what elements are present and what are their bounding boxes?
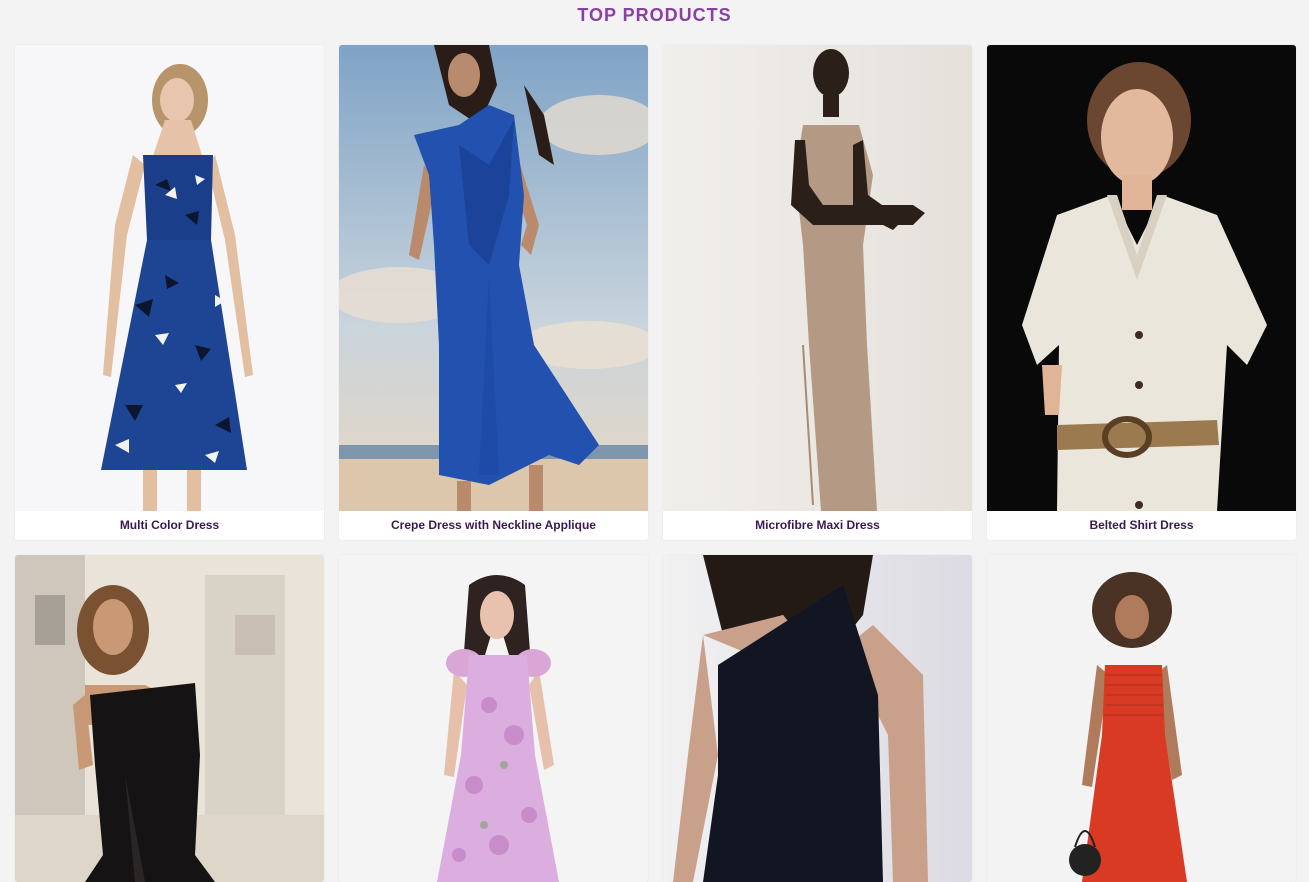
product-image[interactable] — [339, 555, 648, 882]
product-grid: Multi Color Dress Crepe Dress with Neckl… — [15, 45, 1296, 882]
product-image[interactable] — [339, 45, 648, 511]
product-card[interactable] — [663, 555, 972, 882]
dress-photo-cobalt-beach-icon — [339, 45, 648, 511]
product-name[interactable]: Belted Shirt Dress — [987, 511, 1296, 540]
product-card[interactable]: Multi Color Dress — [15, 45, 324, 540]
product-card[interactable]: Microfibre Maxi Dress — [663, 45, 972, 540]
product-image[interactable] — [15, 555, 324, 882]
product-name[interactable]: Multi Color Dress — [15, 511, 324, 540]
dress-photo-red-smocked-icon — [987, 555, 1296, 882]
page-title: TOP PRODUCTS — [577, 5, 732, 25]
dress-photo-pink-floral-icon — [339, 555, 648, 882]
product-card[interactable] — [15, 555, 324, 882]
product-card[interactable]: Belted Shirt Dress — [987, 45, 1296, 540]
dress-photo-black-one-shoulder-icon — [663, 555, 972, 882]
product-image[interactable] — [15, 45, 324, 511]
dress-photo-blue-floral-icon — [15, 45, 324, 511]
product-image[interactable] — [663, 555, 972, 882]
dress-photo-beige-maxi-icon — [663, 45, 972, 511]
product-image[interactable] — [987, 555, 1296, 882]
product-card[interactable] — [339, 555, 648, 882]
dress-photo-black-strapless-icon — [15, 555, 324, 882]
product-image[interactable] — [987, 45, 1296, 511]
product-card[interactable]: Crepe Dress with Neckline Applique — [339, 45, 648, 540]
product-image[interactable] — [663, 45, 972, 511]
product-name[interactable]: Crepe Dress with Neckline Applique — [339, 511, 648, 540]
product-name[interactable]: Microfibre Maxi Dress — [663, 511, 972, 540]
product-card[interactable] — [987, 555, 1296, 882]
dress-photo-white-shirt-icon — [987, 45, 1296, 511]
